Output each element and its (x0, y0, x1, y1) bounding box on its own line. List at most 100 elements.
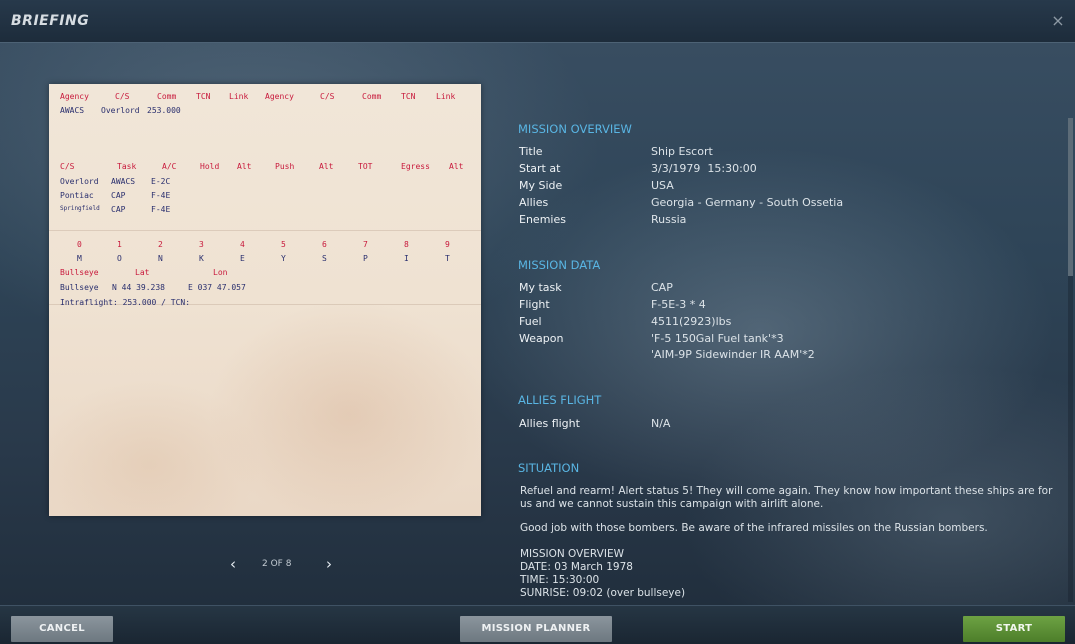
comm-header-cell: C/S (320, 92, 335, 101)
comm-header-cell: Link (229, 92, 249, 101)
comm-header-cell: Comm (157, 92, 177, 101)
data-value-weapon: 'F-5 150Gal Fuel tank'*3 (651, 332, 784, 345)
overview-value-enemies: Russia (651, 213, 687, 226)
overview-label-enemies: Enemies (519, 213, 566, 226)
previous-page-icon[interactable]: ‹ (230, 555, 236, 573)
data-value-weapon-2: 'AIM-9P Sidewinder IR AAM'*2 (651, 348, 815, 361)
bullseye-lon: E 037 47.057 (188, 283, 246, 292)
code-digit: 1 (117, 240, 122, 249)
start-button[interactable]: START (963, 616, 1065, 642)
overview-label-title: Title (519, 145, 543, 158)
next-page-icon[interactable]: › (326, 555, 332, 573)
situation-line: DATE: 03 March 1978 (520, 561, 633, 573)
flight-task: AWACS (111, 177, 136, 186)
flight-callsign: Springfield (60, 205, 100, 212)
flight-aircraft: E-2C (151, 177, 171, 186)
situation-paragraph: Refuel and rearm! Alert status 5! They w… (520, 485, 1053, 510)
overview-value-side: USA (651, 179, 674, 192)
situation-paragraph: Good job with those bombers. Be aware of… (520, 522, 988, 534)
mission-overview-heading: MISSION OVERVIEW (518, 122, 632, 136)
code-letter: I (404, 254, 409, 263)
code-letter: Y (281, 254, 286, 263)
situation-line: MISSION OVERVIEW (520, 548, 624, 560)
bullseye-name: Bullseye (60, 283, 99, 292)
data-label-fuel: Fuel (519, 315, 542, 328)
code-digit: 9 (445, 240, 450, 249)
bullseye-header-cell: Bullseye (60, 268, 99, 277)
code-letter: P (363, 254, 368, 263)
allies-flight-heading: ALLIES FLIGHT (518, 393, 602, 407)
code-digit: 0 (77, 240, 82, 249)
flight-header-cell: TOT (358, 162, 373, 171)
situation-heading: SITUATION (518, 461, 580, 475)
bullseye-header-cell: Lat (135, 268, 150, 277)
allies-flight-label: Allies flight (519, 417, 580, 430)
flight-callsign: Pontiac (60, 191, 94, 200)
comm-header-cell: C/S (115, 92, 130, 101)
overview-label-start: Start at (519, 162, 561, 175)
flight-header-cell: Alt (319, 162, 334, 171)
flight-header-cell: Egress (401, 162, 430, 171)
code-letter: K (199, 254, 204, 263)
code-digit: 3 (199, 240, 204, 249)
overview-label-side: My Side (519, 179, 563, 192)
cancel-button[interactable]: CANCEL (11, 616, 113, 642)
code-letter: E (240, 254, 245, 263)
paper-fold (49, 230, 481, 231)
flight-header-cell: Alt (237, 162, 252, 171)
overview-value-title: Ship Escort (651, 145, 713, 158)
comm-header-cell: Comm (362, 92, 382, 101)
code-letter: N (158, 254, 163, 263)
intraflight-line: Intraflight: 253.000 / TCN: (60, 298, 191, 307)
data-label-task: My task (519, 281, 562, 294)
bullseye-lat: N 44 39.238 (112, 283, 165, 292)
flight-aircraft: F-4E (151, 205, 171, 214)
page-indicator: 2 OF 8 (262, 559, 292, 569)
data-value-task: CAP (651, 281, 673, 294)
overview-value-start: 3/3/1979 15:30:00 (651, 162, 757, 175)
data-label-weapon: Weapon (519, 332, 564, 345)
comm-callsign: Overlord (101, 106, 140, 115)
comm-header-cell: Agency (265, 92, 294, 101)
code-letter: O (117, 254, 122, 263)
kneeboard-page: Agency C/S Comm TCN Link Agency C/S Comm… (49, 84, 481, 516)
flight-header-cell: Alt (449, 162, 464, 171)
code-letter: M (77, 254, 82, 263)
code-digit: 2 (158, 240, 163, 249)
info-scrollbar[interactable] (1068, 118, 1073, 602)
bullseye-header-cell: Lon (213, 268, 228, 277)
code-digit: 6 (322, 240, 327, 249)
comm-frequency: 253.000 (147, 106, 181, 115)
data-value-fuel: 4511(2923)lbs (651, 315, 732, 328)
mission-data-heading: MISSION DATA (518, 258, 601, 272)
comm-agency: AWACS (60, 106, 85, 115)
briefing-info-panel: MISSION OVERVIEW Title Ship Escort Start… (518, 0, 1066, 600)
comm-header-cell: Link (436, 92, 456, 101)
flight-header-cell: Hold (200, 162, 220, 171)
data-label-flight: Flight (519, 298, 550, 311)
code-letter: T (445, 254, 450, 263)
flight-header-cell: C/S (60, 162, 75, 171)
overview-label-allies: Allies (519, 196, 549, 209)
allies-flight-value: N/A (651, 417, 671, 430)
flight-header-cell: A/C (162, 162, 177, 171)
window-title: BRIEFING (11, 13, 90, 29)
comm-header-cell: Agency (60, 92, 89, 101)
situation-line: SUNRISE: 09:02 (over bullseye) (520, 587, 686, 599)
code-digit: 4 (240, 240, 245, 249)
comm-header-cell: TCN (196, 92, 211, 101)
code-digit: 8 (404, 240, 409, 249)
data-value-flight: F-5E-3 * 4 (651, 298, 706, 311)
flight-header-cell: Push (275, 162, 295, 171)
comm-header-cell: TCN (401, 92, 416, 101)
flight-task: CAP (111, 205, 126, 214)
code-digit: 7 (363, 240, 368, 249)
flight-task: CAP (111, 191, 126, 200)
mission-planner-button[interactable]: MISSION PLANNER (460, 616, 612, 642)
scrollbar-thumb[interactable] (1068, 118, 1073, 276)
page-navigator: ‹ 2 OF 8 › (230, 555, 336, 573)
overview-value-allies: Georgia - Germany - South Ossetia (651, 196, 844, 209)
situation-line: TIME: 15:30:00 (520, 574, 600, 586)
code-digit: 5 (281, 240, 286, 249)
code-letter: S (322, 254, 327, 263)
